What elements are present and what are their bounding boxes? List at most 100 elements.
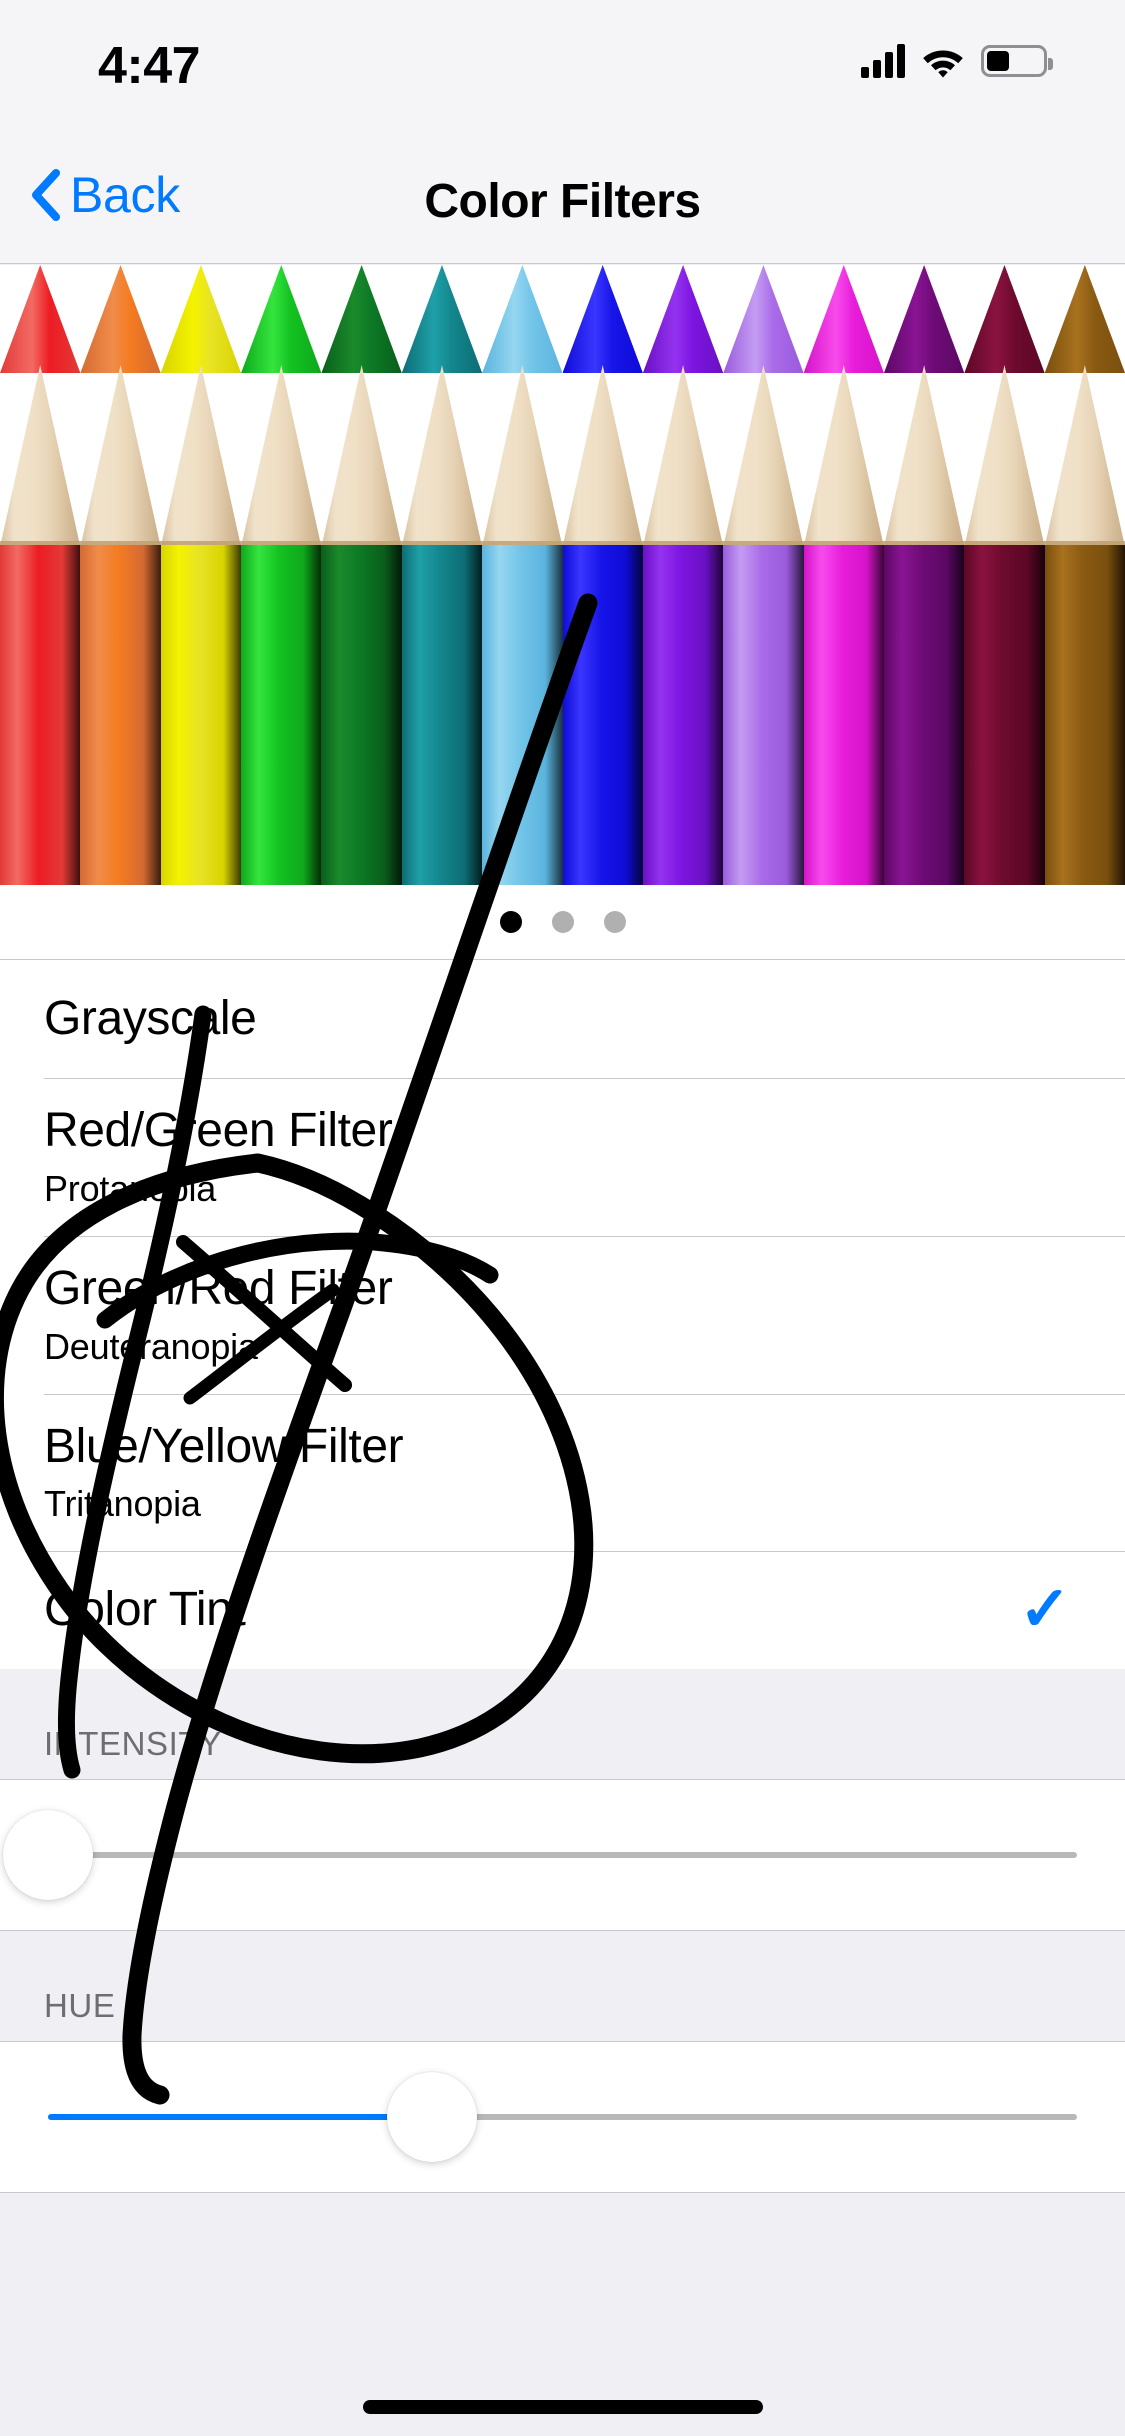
pencil-body <box>883 545 965 885</box>
pencil-wood <box>482 365 563 547</box>
filter-row-title: Grayscale <box>44 992 257 1046</box>
pencil-body <box>1044 545 1125 885</box>
pencil-body <box>482 545 563 885</box>
filter-row-blue-yellow-filter[interactable]: Blue/Yellow Filter Tritanopia <box>0 1393 1125 1552</box>
pencil-body <box>160 545 242 885</box>
pencil-wood <box>964 365 1045 547</box>
filter-row-subtitle: Deuteranopia <box>44 1325 258 1367</box>
pencil-wood <box>803 365 884 547</box>
battery-icon <box>981 45 1053 77</box>
pencil-tip <box>401 265 483 373</box>
color-pencils-preview-image[interactable] <box>0 265 1125 885</box>
pencil-tip <box>321 265 402 373</box>
pencil-body <box>321 545 402 885</box>
cellular-bars-icon <box>861 44 905 78</box>
pencil-9 <box>642 265 724 885</box>
pencil-tip <box>482 265 563 373</box>
page-indicator[interactable] <box>0 885 1125 960</box>
filter-row-title: Color Tint <box>44 1583 246 1637</box>
pencil-wood <box>562 365 643 547</box>
pencil-wood <box>1044 365 1125 547</box>
filter-row-title: Blue/Yellow Filter <box>44 1419 404 1473</box>
pencil-1 <box>0 265 81 885</box>
page-dot-1[interactable] <box>499 911 522 933</box>
filter-row-text: Red/Green Filter Protanopia <box>44 1104 1081 1210</box>
pencil-tip <box>723 265 804 373</box>
pencil-tip <box>160 265 242 373</box>
pencil-tip <box>80 265 161 373</box>
page-title: Color Filters <box>424 175 701 228</box>
pencil-wood <box>883 365 965 547</box>
status-bar-indicators <box>861 44 1053 78</box>
pencil-11 <box>803 265 884 885</box>
pencil-3 <box>160 265 242 885</box>
pencil-13 <box>964 265 1045 885</box>
filter-row-subtitle: Tritanopia <box>44 1483 201 1525</box>
pencil-10 <box>723 265 804 885</box>
filter-options-list: Grayscale Red/Green Filter Protanopia Green… <box>0 960 1125 2436</box>
pencil-body <box>964 545 1045 885</box>
status-bar-clock: 4:47 <box>98 37 201 95</box>
pencil-tip <box>883 265 965 373</box>
hue-slider-row[interactable] <box>0 2041 1125 2194</box>
filter-row-subtitle: Protanopia <box>44 1167 217 1209</box>
pencil-wood <box>160 365 242 547</box>
pencil-7 <box>482 265 563 885</box>
intensity-section-header: INTENSITY <box>0 1669 1125 1780</box>
pencil-body <box>642 545 724 885</box>
pencil-body <box>803 545 884 885</box>
pencil-14 <box>1044 265 1125 885</box>
filter-row-title: Red/Green Filter <box>44 1104 393 1157</box>
filter-row-text: Blue/Yellow Filter Tritanopia <box>44 1420 1081 1526</box>
pencil-2 <box>80 265 161 885</box>
pencil-body <box>241 545 322 885</box>
status-bar: 4:47 <box>0 0 1125 132</box>
pencil-tip <box>562 265 643 373</box>
filter-row-color-tint[interactable]: Color Tint ✓ <box>0 1551 1125 1670</box>
pencil-wood <box>642 365 724 547</box>
phone-screen: 4:47 Back Color Filters Grayscale Red/Gr… <box>0 0 1125 2436</box>
wifi-icon <box>921 44 965 78</box>
pencil-5 <box>321 265 402 885</box>
pencil-tip <box>642 265 724 373</box>
filter-row-grayscale[interactable]: Grayscale <box>0 960 1125 1078</box>
pencil-tip <box>803 265 884 373</box>
pencil-8 <box>562 265 643 885</box>
pencil-wood <box>0 365 81 547</box>
filter-row-green-red-filter[interactable]: Green/Red Filter Deuteranopia <box>0 1235 1125 1394</box>
pencil-4 <box>241 265 322 885</box>
hue-slider-fill <box>48 2114 440 2121</box>
filter-row-red-green-filter[interactable]: Red/Green Filter Protanopia <box>0 1078 1125 1236</box>
pencil-body <box>0 545 81 885</box>
hue-slider-thumb[interactable] <box>387 2072 477 2163</box>
pencil-wood <box>321 365 402 547</box>
pencil-wood <box>80 365 161 547</box>
pencil-tip <box>241 265 322 373</box>
intensity-slider-track[interactable] <box>48 1852 1077 1859</box>
filter-row-title: Green/Red Filter <box>44 1261 393 1315</box>
checkmark-icon: ✓ <box>1019 1575 1071 1645</box>
pencil-body <box>723 545 804 885</box>
pencil-wood <box>401 365 483 547</box>
pencil-body <box>80 545 161 885</box>
intensity-slider-thumb[interactable] <box>3 1810 93 1901</box>
pencil-body <box>562 545 643 885</box>
page-dot-3[interactable] <box>603 911 626 933</box>
hue-section-header: HUE <box>0 1931 1125 2042</box>
hue-slider-track[interactable] <box>48 2114 1077 2121</box>
pencil-body <box>401 545 483 885</box>
pencil-12 <box>883 265 965 885</box>
page-dot-2[interactable] <box>551 911 574 933</box>
home-indicator[interactable] <box>362 2400 763 2414</box>
filter-row-text: Grayscale <box>44 992 1081 1046</box>
pencil-wood <box>241 365 322 547</box>
pencil-tip <box>0 265 81 373</box>
filter-row-text: Color Tint <box>44 1583 246 1637</box>
navigation-bar: Back Color Filters <box>0 132 1125 264</box>
pencil-tip <box>1044 265 1125 373</box>
pencil-wood <box>723 365 804 547</box>
filter-row-text: Green/Red Filter Deuteranopia <box>44 1262 1081 1368</box>
pencil-tip <box>964 265 1045 373</box>
intensity-slider-row[interactable] <box>0 1779 1125 1932</box>
pencil-6 <box>401 265 483 885</box>
